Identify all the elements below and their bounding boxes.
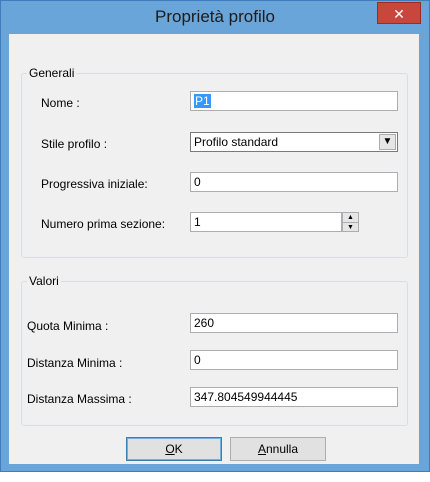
stile-profilo-value: Profilo standard bbox=[194, 135, 279, 149]
progressiva-input[interactable]: 0 bbox=[190, 172, 398, 192]
dialog-window: Proprietà profilo ✕ Generali Nome : P1 S… bbox=[0, 0, 430, 472]
numero-sezione-input[interactable]: 1 bbox=[190, 212, 342, 232]
distanza-minima-value: 0 bbox=[194, 353, 201, 367]
nome-value: P1 bbox=[194, 94, 211, 108]
progressiva-label: Progressiva iniziale: bbox=[41, 177, 148, 191]
ok-button[interactable]: OK bbox=[126, 437, 222, 461]
numero-sezione-spinner[interactable]: ▲ ▼ bbox=[342, 212, 359, 232]
progressiva-value: 0 bbox=[194, 175, 201, 189]
chevron-down-icon[interactable]: ▼ bbox=[379, 134, 396, 150]
annulla-button[interactable]: Annulla bbox=[230, 437, 326, 461]
ok-label-rest: K bbox=[174, 442, 183, 456]
annulla-label-rest: nnulla bbox=[265, 442, 299, 456]
numero-sezione-value: 1 bbox=[194, 215, 201, 229]
distanza-massima-label: Distanza Massima : bbox=[27, 392, 132, 406]
ok-mnemonic: O bbox=[165, 442, 175, 456]
group-valori-legend: Valori bbox=[29, 274, 59, 288]
distanza-minima-input[interactable]: 0 bbox=[190, 350, 398, 370]
dialog-title: Proprietà profilo bbox=[154, 7, 275, 26]
distanza-minima-label: Distanza Minima : bbox=[27, 356, 123, 370]
group-generali-legend: Generali bbox=[29, 66, 75, 80]
quota-minima-label: Quota Minima : bbox=[27, 319, 109, 333]
chevron-up-icon[interactable]: ▲ bbox=[343, 213, 358, 223]
annulla-mnemonic: A bbox=[257, 442, 266, 456]
numero-sezione-label: Numero prima sezione: bbox=[41, 217, 166, 231]
distanza-massima-value: 347.804549944445 bbox=[194, 390, 298, 404]
dialog-client-area: Generali Nome : P1 Stile profilo : Profi… bbox=[9, 34, 419, 464]
nome-input[interactable]: P1 bbox=[190, 91, 398, 111]
nome-label: Nome : bbox=[41, 96, 80, 110]
quota-minima-input[interactable]: 260 bbox=[190, 313, 398, 333]
distanza-massima-input[interactable]: 347.804549944445 bbox=[190, 387, 398, 407]
chevron-down-icon[interactable]: ▼ bbox=[343, 223, 358, 232]
close-icon: ✕ bbox=[393, 6, 405, 22]
close-button[interactable]: ✕ bbox=[377, 2, 421, 24]
stile-profilo-label: Stile profilo : bbox=[41, 137, 108, 151]
quota-minima-value: 260 bbox=[194, 316, 215, 330]
stile-profilo-select[interactable]: Profilo standard ▼ bbox=[190, 132, 398, 152]
